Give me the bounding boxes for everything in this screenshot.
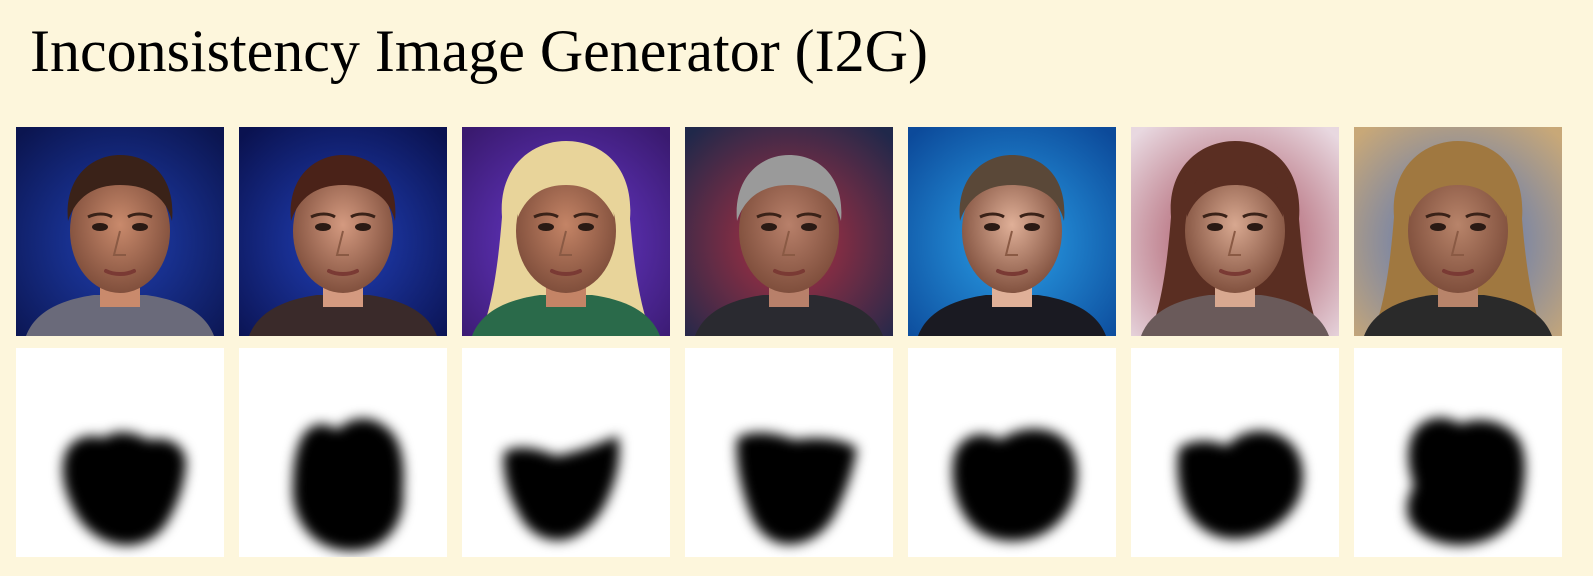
face-image-5	[908, 127, 1116, 336]
face-image-3	[462, 127, 670, 336]
face-image-2-art	[239, 127, 447, 336]
mask-image-5	[908, 348, 1116, 557]
face-image-6-art	[1131, 127, 1339, 336]
face-image-3-art	[462, 127, 670, 336]
mask-image-7-art	[1354, 348, 1562, 557]
face-image-1	[16, 127, 224, 336]
face-image-7	[1354, 127, 1562, 336]
mask-image-1-art	[16, 348, 224, 557]
face-image-4-art	[685, 127, 893, 336]
image-grid	[16, 127, 1562, 557]
mask-image-7	[1354, 348, 1562, 557]
face-image-6	[1131, 127, 1339, 336]
mask-image-3	[462, 348, 670, 557]
face-image-4	[685, 127, 893, 336]
mask-image-4	[685, 348, 893, 557]
face-image-7-art	[1354, 127, 1562, 336]
page-title: Inconsistency Image Generator (I2G)	[30, 18, 928, 84]
mask-image-6	[1131, 348, 1339, 557]
mask-image-4-art	[685, 348, 893, 557]
face-image-2	[239, 127, 447, 336]
mask-image-2-art	[239, 348, 447, 557]
mask-image-3-art	[462, 348, 670, 557]
mask-image-2	[239, 348, 447, 557]
mask-image-6-art	[1131, 348, 1339, 557]
face-image-1-art	[16, 127, 224, 336]
mask-image-1	[16, 348, 224, 557]
mask-image-5-art	[908, 348, 1116, 557]
face-image-5-art	[908, 127, 1116, 336]
